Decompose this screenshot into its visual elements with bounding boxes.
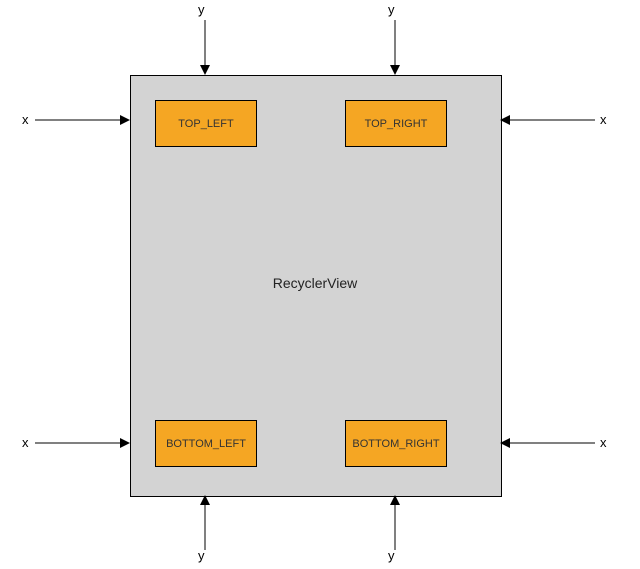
container-label: RecyclerView xyxy=(255,275,375,291)
arrow-bottom-left-y xyxy=(200,495,220,550)
box-top-right: TOP_RIGHT xyxy=(345,100,447,147)
arrow-top-left-y xyxy=(200,20,220,75)
arrow-left-bottom-x xyxy=(35,438,130,458)
arrow-right-top-x xyxy=(500,115,595,135)
label-left-top-x: x xyxy=(22,112,29,127)
arrow-bottom-right-y xyxy=(390,495,410,550)
arrow-left-top-x xyxy=(35,115,130,135)
diagram-stage: RecyclerView TOP_LEFT TOP_RIGHT BOTTOM_L… xyxy=(0,0,640,569)
label-bottom-left-y: y xyxy=(198,548,205,563)
label-bottom-right-y: y xyxy=(388,548,395,563)
arrow-right-bottom-x xyxy=(500,438,595,458)
box-top-right-label: TOP_RIGHT xyxy=(365,118,428,130)
box-bottom-right-label: BOTTOM_RIGHT xyxy=(352,438,439,450)
box-bottom-left: BOTTOM_LEFT xyxy=(155,420,257,467)
label-top-right-y: y xyxy=(388,2,395,17)
label-right-bottom-x: x xyxy=(600,435,607,450)
arrow-top-right-y xyxy=(390,20,410,75)
box-top-left: TOP_LEFT xyxy=(155,100,257,147)
box-bottom-left-label: BOTTOM_LEFT xyxy=(166,438,246,450)
label-right-top-x: x xyxy=(600,112,607,127)
label-left-bottom-x: x xyxy=(22,435,29,450)
box-top-left-label: TOP_LEFT xyxy=(178,118,233,130)
box-bottom-right: BOTTOM_RIGHT xyxy=(345,420,447,467)
label-top-left-y: y xyxy=(198,2,205,17)
